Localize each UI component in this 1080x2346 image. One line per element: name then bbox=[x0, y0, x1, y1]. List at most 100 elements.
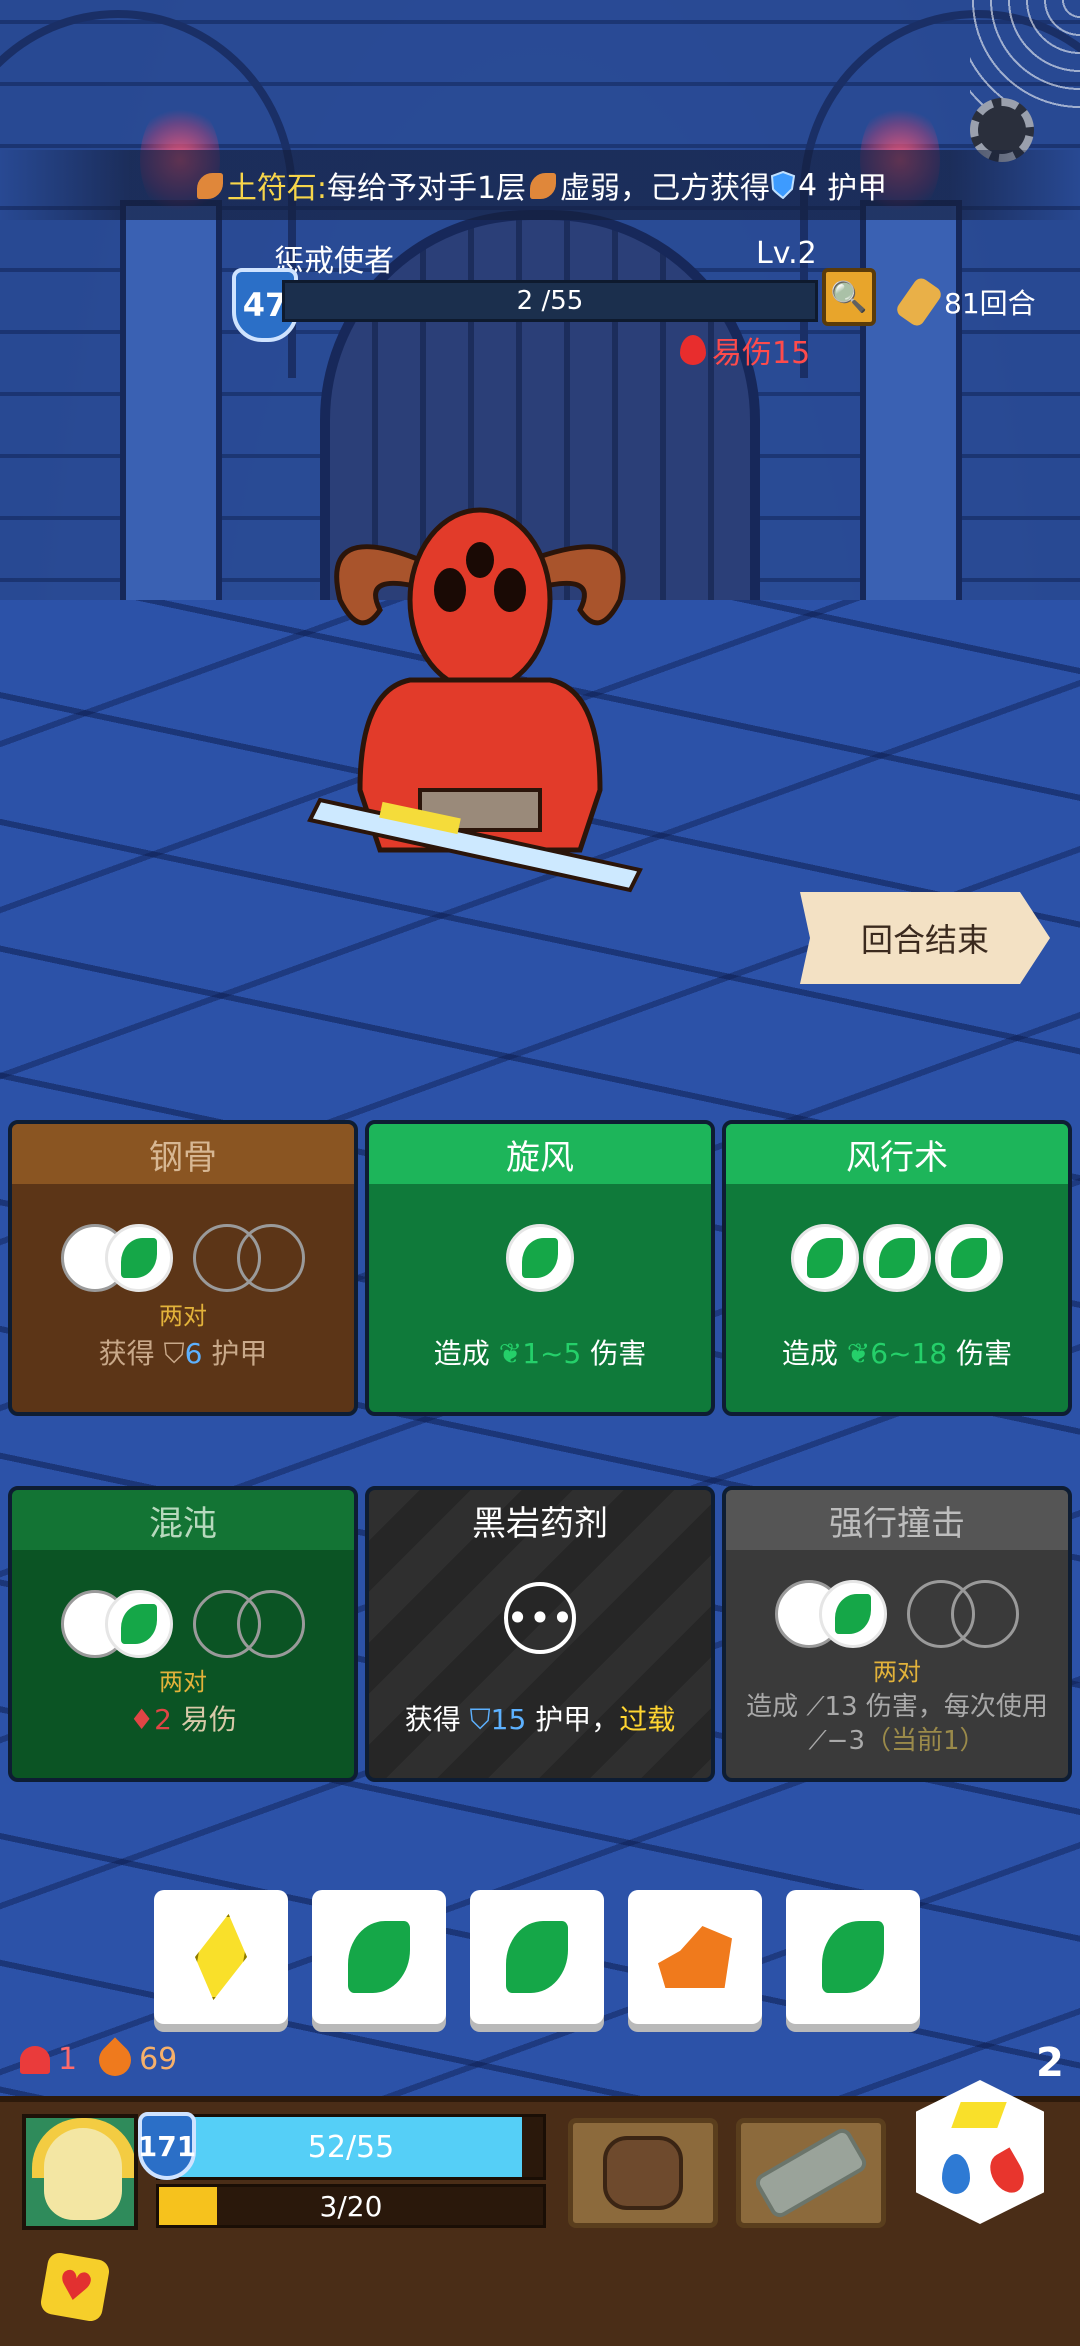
desc-current: （当前1） bbox=[864, 1726, 986, 1756]
desc-text: 伤害 bbox=[590, 1337, 647, 1370]
card-title: 风行术 bbox=[846, 1137, 948, 1178]
desc-text: 伤害 bbox=[956, 1337, 1013, 1370]
desc-value: 2 bbox=[154, 1703, 172, 1736]
debuff-label: 易伤15 bbox=[712, 336, 811, 371]
banner-title: 土符石: bbox=[226, 171, 327, 206]
player-xp-bar: 3/20 bbox=[156, 2184, 546, 2228]
desc-text: 护甲， bbox=[535, 1703, 620, 1736]
blood-drop-icon: ♦ bbox=[129, 1703, 155, 1736]
slot-filled[interactable] bbox=[935, 1224, 1003, 1292]
dice-slots[interactable] bbox=[726, 1580, 1068, 1648]
slot-filled[interactable] bbox=[863, 1224, 931, 1292]
desc-text: 易伤 bbox=[180, 1703, 237, 1736]
pair-label: 两对 bbox=[159, 1302, 207, 1330]
enemy-hp-bar: 2 /55 bbox=[282, 280, 818, 322]
banner-shield-value: 4 bbox=[798, 167, 818, 203]
item-slot-bandage[interactable] bbox=[736, 2118, 886, 2228]
player-shield-value: 171 bbox=[137, 2129, 197, 2163]
die-green-leaf[interactable] bbox=[312, 1890, 446, 2024]
card-chaos[interactable]: 混沌 两对 ♦2 易伤 bbox=[8, 1486, 358, 1782]
slot-filled[interactable] bbox=[105, 1224, 173, 1292]
desc-line: ⟋−3 bbox=[808, 1726, 865, 1756]
leaf-icon: ❦ bbox=[498, 1337, 523, 1370]
dice-slots[interactable] bbox=[12, 1224, 354, 1292]
player-avatar[interactable] bbox=[22, 2114, 138, 2230]
enemy-vulnerable-status: 易伤15 bbox=[680, 328, 810, 372]
dice-slots[interactable] bbox=[369, 1224, 711, 1292]
die-orange-rock[interactable] bbox=[628, 1890, 762, 2024]
card-forced-strike[interactable]: 强行撞击 两对 造成 ⟋13 伤害，每次使用 ⟋−3（当前1） bbox=[722, 1486, 1072, 1782]
desc-text: 获得 bbox=[404, 1703, 461, 1736]
heart-relic-icon[interactable] bbox=[39, 2251, 111, 2323]
fire-stat: 69 bbox=[139, 2042, 178, 2077]
leaf-icon bbox=[348, 1921, 410, 1993]
more-options-icon[interactable]: ••• bbox=[504, 1582, 576, 1654]
right-pillar bbox=[860, 200, 962, 632]
desc-value: 1~5 bbox=[522, 1337, 582, 1370]
dice-slots[interactable] bbox=[12, 1590, 354, 1658]
die-yellow-diamond[interactable] bbox=[154, 1890, 288, 2024]
demon-enemy[interactable] bbox=[300, 490, 660, 920]
dots-glyph: ••• bbox=[506, 1596, 574, 1640]
leaf-icon bbox=[506, 1921, 568, 1993]
slot-empty[interactable] bbox=[237, 1590, 305, 1658]
shield-icon bbox=[770, 171, 796, 199]
card-desc: ♦2 易伤 bbox=[12, 1698, 354, 1738]
card-title: 黑岩药剂 bbox=[472, 1503, 608, 1544]
pair-label: 两对 bbox=[159, 1668, 207, 1696]
slot-empty[interactable] bbox=[237, 1224, 305, 1292]
gauntlet-icon bbox=[603, 2136, 683, 2210]
round-counter: 81回合 bbox=[894, 275, 1036, 329]
player-hp-bar: 52/55 bbox=[156, 2114, 546, 2180]
card-steel-bone[interactable]: 钢骨 两对 获得 ⛉6 护甲 bbox=[8, 1120, 358, 1416]
item-slot-gauntlet[interactable] bbox=[568, 2118, 718, 2228]
banner-text-b: 虚弱，己方获得 bbox=[560, 171, 771, 206]
leaf-icon bbox=[822, 1921, 884, 1993]
card-title: 混沌 bbox=[149, 1503, 217, 1544]
die-green-leaf[interactable] bbox=[470, 1890, 604, 2024]
card-title: 强行撞击 bbox=[829, 1503, 965, 1544]
slot-filled[interactable] bbox=[819, 1580, 887, 1648]
desc-value: 6~18 bbox=[870, 1337, 948, 1370]
desc-line: 造成 ⟋13 伤害，每次使用 bbox=[746, 1692, 1048, 1722]
shield-icon: ⛉ bbox=[163, 1337, 185, 1370]
codex-book-button[interactable]: 🔍 bbox=[822, 268, 876, 326]
slot-empty[interactable] bbox=[951, 1580, 1019, 1648]
card-black-rock-potion[interactable]: 黑岩药剂 ••• 获得 ⛉15 护甲，过载 bbox=[365, 1486, 715, 1782]
end-turn-button[interactable]: 回合结束 bbox=[800, 892, 1050, 984]
card-title: 旋风 bbox=[506, 1137, 574, 1178]
desc-text: 护甲 bbox=[211, 1337, 268, 1370]
card-windwalk[interactable]: 风行术 造成 ❦6~18 伤害 bbox=[722, 1120, 1072, 1416]
rock-icon bbox=[658, 1926, 732, 1988]
bandage-icon bbox=[757, 2130, 865, 2216]
xp-text: 3/20 bbox=[319, 2189, 383, 2223]
heart-stat: 1 bbox=[58, 2042, 78, 2077]
enemy-hp-text: 2 /55 bbox=[516, 286, 584, 316]
desc-text: 造成 bbox=[781, 1337, 838, 1370]
slot-filled[interactable] bbox=[105, 1590, 173, 1658]
heart-icon bbox=[20, 2045, 50, 2074]
enemy-shield-value: 47 bbox=[242, 286, 288, 324]
slot-filled[interactable] bbox=[791, 1224, 859, 1292]
end-turn-label: 回合结束 bbox=[860, 921, 989, 959]
player-shield-badge: 171 bbox=[138, 2112, 196, 2180]
die-green-leaf[interactable] bbox=[786, 1890, 920, 2024]
left-pillar bbox=[120, 200, 222, 632]
dice-count: 2 bbox=[1036, 2040, 1064, 2086]
card-desc: 造成 ❦6~18 伤害 bbox=[726, 1332, 1068, 1372]
pair-label: 两对 bbox=[873, 1658, 921, 1686]
desc-value: 15 bbox=[490, 1703, 527, 1736]
banner-text-a: 每给予对手1层 bbox=[326, 171, 527, 206]
banner-text-c: 护甲 bbox=[827, 171, 888, 206]
card-whirlwind[interactable]: 旋风 造成 ❦1~5 伤害 bbox=[365, 1120, 715, 1416]
slot-filled[interactable] bbox=[506, 1224, 574, 1292]
desc-text: 造成 bbox=[433, 1337, 490, 1370]
round-label: 81回合 bbox=[944, 287, 1036, 320]
card-desc: 获得 ⛉6 护甲 bbox=[12, 1332, 354, 1372]
diamond-icon bbox=[187, 1914, 254, 2000]
hp-text: 52/55 bbox=[307, 2129, 395, 2165]
dice-slots[interactable] bbox=[726, 1224, 1068, 1292]
player-stats: 1 69 bbox=[20, 2036, 178, 2083]
fire-icon bbox=[92, 2036, 138, 2083]
weak-icon bbox=[530, 168, 557, 203]
